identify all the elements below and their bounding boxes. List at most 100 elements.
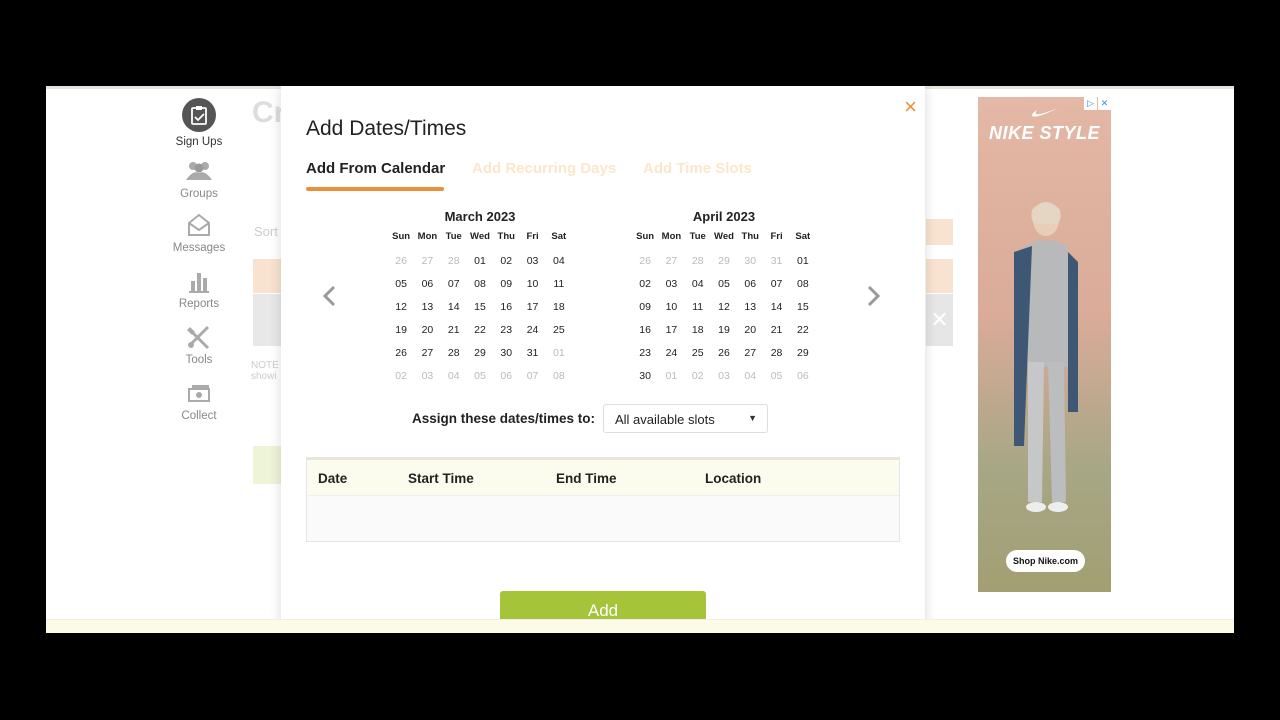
calendar-day[interactable]: 06 bbox=[737, 278, 763, 290]
calendar-day[interactable]: 23 bbox=[493, 324, 519, 336]
caret-down-icon: ▼ bbox=[748, 413, 757, 423]
calendar-day[interactable]: 30 bbox=[493, 347, 519, 359]
calendar-day: 28 bbox=[691, 254, 704, 267]
column-header-location: Location bbox=[705, 471, 762, 486]
calendar-day[interactable]: 26 bbox=[711, 347, 737, 359]
calendar-day[interactable]: 29 bbox=[467, 347, 493, 359]
calendar-day: 06 bbox=[500, 369, 513, 382]
calendar-day[interactable]: 02 bbox=[493, 255, 519, 267]
calendar-day[interactable]: 04 bbox=[685, 278, 711, 290]
calendar-day[interactable]: 28 bbox=[763, 347, 789, 359]
calendar-day[interactable]: 15 bbox=[467, 301, 493, 313]
calendar-day: 02 bbox=[691, 369, 704, 382]
ad-title: NIKE STYLE bbox=[988, 123, 1100, 143]
calendar-month-title: March 2023 bbox=[444, 209, 516, 224]
calendar-day[interactable]: 22 bbox=[790, 324, 816, 336]
calendar-day[interactable]: 03 bbox=[658, 278, 684, 290]
calendar-day[interactable]: 24 bbox=[519, 324, 545, 336]
assign-select-value: All available slots bbox=[615, 412, 715, 427]
nav-item-sign-ups[interactable]: Sign Ups bbox=[154, 98, 244, 148]
calendar-day[interactable]: 08 bbox=[467, 278, 493, 290]
calendar-day[interactable]: 01 bbox=[467, 255, 493, 267]
calendar-day[interactable]: 23 bbox=[632, 347, 658, 359]
calendar-day[interactable]: 21 bbox=[441, 324, 467, 336]
calendar-day[interactable]: 25 bbox=[685, 347, 711, 359]
tools-icon bbox=[187, 325, 210, 350]
close-icon[interactable]: × bbox=[904, 96, 917, 118]
calendar-day[interactable]: 08 bbox=[790, 278, 816, 290]
calendar-day[interactable]: 11 bbox=[685, 301, 711, 313]
calendar-day[interactable]: 12 bbox=[711, 301, 737, 313]
tab-add-time-slots[interactable]: Add Time Slots bbox=[643, 160, 752, 177]
column-header-date: Date bbox=[318, 471, 348, 486]
ad-shop-button[interactable]: Shop Nike.com bbox=[1006, 550, 1085, 572]
calendar-day[interactable]: 15 bbox=[790, 301, 816, 313]
calendar-day[interactable]: 22 bbox=[467, 324, 493, 336]
calendar-day[interactable]: 18 bbox=[685, 324, 711, 336]
calendar-day[interactable]: 06 bbox=[414, 278, 440, 290]
calendar-day[interactable]: 12 bbox=[388, 301, 414, 313]
calendar-day[interactable]: 14 bbox=[441, 301, 467, 313]
calendar-day[interactable]: 27 bbox=[414, 347, 440, 359]
calendar-day[interactable]: 09 bbox=[493, 278, 519, 290]
calendar-week-row: 09 10 11 12 13 14 15 bbox=[632, 295, 816, 318]
calendar-week-row: 26 27 28 29 30 31 01 bbox=[388, 341, 572, 364]
prev-month-chevron-icon[interactable] bbox=[321, 283, 337, 313]
calendar-day: 31 bbox=[770, 254, 783, 267]
calendar-day[interactable]: 02 bbox=[632, 278, 658, 290]
calendar-day[interactable]: 18 bbox=[546, 301, 572, 313]
tab-add-recurring-days[interactable]: Add Recurring Days bbox=[472, 160, 616, 177]
calendar-day[interactable]: 01 bbox=[790, 255, 816, 267]
calendar-day: 26 bbox=[639, 254, 651, 267]
calendar-day[interactable]: 13 bbox=[737, 301, 763, 313]
calendar-day: 01 bbox=[552, 346, 565, 359]
nav-item-messages[interactable]: Messages bbox=[154, 212, 244, 254]
weekday-label: Fri bbox=[526, 231, 539, 242]
calendar-week-row: 16 17 18 19 20 21 22 bbox=[632, 318, 816, 341]
calendar-day[interactable]: 11 bbox=[546, 278, 572, 290]
calendar-day[interactable]: 04 bbox=[546, 255, 572, 267]
calendar-day[interactable]: 05 bbox=[711, 278, 737, 290]
calendar-day[interactable]: 17 bbox=[519, 301, 545, 313]
calendar-day[interactable]: 27 bbox=[737, 347, 763, 359]
calendar-day[interactable]: 05 bbox=[388, 278, 414, 290]
nav-item-tools[interactable]: Tools bbox=[154, 324, 244, 366]
calendar-day[interactable]: 28 bbox=[441, 347, 467, 359]
calendar-day[interactable]: 20 bbox=[414, 324, 440, 336]
calendar-day[interactable]: 30 bbox=[632, 370, 658, 382]
model-figure-image bbox=[1014, 202, 1078, 512]
active-tab-indicator bbox=[306, 187, 444, 191]
weekday-label: Sat bbox=[551, 231, 567, 242]
calendar-day[interactable]: 07 bbox=[763, 278, 789, 290]
calendar-day[interactable]: 09 bbox=[632, 301, 658, 313]
calendar-day[interactable]: 26 bbox=[388, 347, 414, 359]
calendar-day[interactable]: 19 bbox=[711, 324, 737, 336]
calendar-day: 03 bbox=[421, 369, 434, 382]
next-month-chevron-icon[interactable] bbox=[866, 283, 882, 313]
calendar-day[interactable]: 07 bbox=[441, 278, 467, 290]
nav-label: Tools bbox=[185, 354, 213, 366]
calendar-day[interactable]: 17 bbox=[658, 324, 684, 336]
nav-item-groups[interactable]: Groups bbox=[154, 158, 244, 200]
calendar-day[interactable]: 03 bbox=[519, 255, 545, 267]
calendar-day[interactable]: 10 bbox=[658, 301, 684, 313]
tab-add-from-calendar[interactable]: Add From Calendar bbox=[306, 160, 445, 177]
calendar-day[interactable]: 20 bbox=[737, 324, 763, 336]
calendar-day[interactable]: 24 bbox=[658, 347, 684, 359]
advertisement[interactable]: ▷ ✕ NIKE STYLE Shop Nike.com bbox=[978, 97, 1111, 592]
calendar-day[interactable]: 31 bbox=[519, 347, 545, 359]
calendar-day[interactable]: 21 bbox=[763, 324, 789, 336]
calendar-day[interactable]: 13 bbox=[414, 301, 440, 313]
calendar-day[interactable]: 14 bbox=[763, 301, 789, 313]
calendar-day[interactable]: 25 bbox=[546, 324, 572, 336]
assign-slots-select[interactable]: All available slots ▼ bbox=[603, 404, 768, 433]
calendar-day[interactable]: 19 bbox=[388, 324, 414, 336]
calendar-day: 30 bbox=[744, 254, 757, 267]
calendar-day[interactable]: 16 bbox=[493, 301, 519, 313]
calendar-day[interactable]: 16 bbox=[632, 324, 658, 336]
nav-item-reports[interactable]: Reports bbox=[154, 268, 244, 310]
calendar-day[interactable]: 29 bbox=[790, 347, 816, 359]
nav-item-collect[interactable]: Collect bbox=[154, 380, 244, 422]
calendar-day[interactable]: 10 bbox=[519, 278, 545, 290]
background-row-header bbox=[253, 259, 283, 293]
